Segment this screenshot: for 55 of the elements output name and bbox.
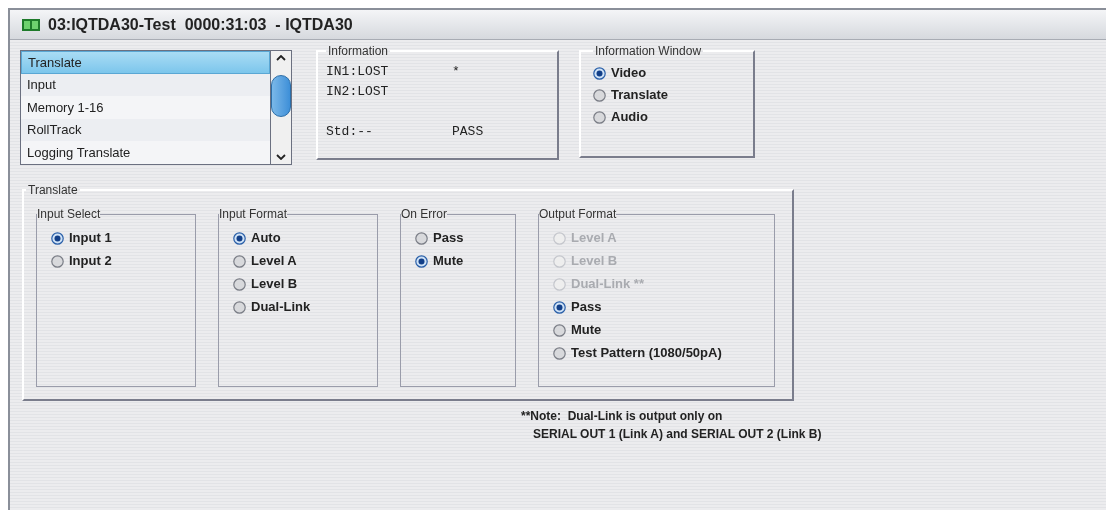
group-title: Translate <box>27 182 79 199</box>
radio-label: Auto <box>251 229 281 248</box>
radio-button[interactable] <box>51 231 64 245</box>
radio-button[interactable] <box>233 231 246 245</box>
status-text: * <box>452 63 460 81</box>
radio-button[interactable] <box>415 231 428 245</box>
status-text: Std:-- <box>326 123 374 141</box>
status-text: PASS <box>452 123 484 141</box>
scroll-up-icon[interactable] <box>276 55 286 61</box>
radio-button[interactable] <box>415 254 428 268</box>
note-text: SERIAL OUT 1 (Link A) and SERIAL OUT 2 (Link B) <box>533 426 823 443</box>
radio-button[interactable] <box>51 254 64 268</box>
radio-button[interactable] <box>593 110 606 124</box>
app-icon <box>22 18 40 31</box>
radio-label: Dual-Link ** <box>571 275 644 294</box>
radio-button[interactable] <box>233 254 246 268</box>
radio-button[interactable] <box>593 88 606 102</box>
status-text: IN1:LOST <box>326 63 390 81</box>
radio-label: Dual-Link <box>251 298 311 317</box>
radio-label: Audio <box>611 108 648 127</box>
list-item[interactable]: Input <box>21 73 270 97</box>
list-item[interactable]: RollTrack <box>21 118 270 142</box>
radio-button[interactable] <box>233 277 246 291</box>
status-text: IN2:LOST <box>326 83 390 101</box>
radio-button[interactable] <box>593 66 606 80</box>
radio-button[interactable] <box>553 323 566 337</box>
group-title: Information <box>327 43 390 60</box>
radio-label: Level A <box>571 229 617 248</box>
radio-label: Level B <box>571 252 618 271</box>
radio-label: Level B <box>251 275 298 294</box>
radio-label: Pass <box>571 298 602 317</box>
scrollbar-thumb[interactable] <box>271 74 291 117</box>
group-title: Output Format <box>539 206 617 223</box>
list-item[interactable]: Logging Translate <box>21 141 270 164</box>
group-title: Information Window <box>594 43 703 60</box>
list-item[interactable]: Translate <box>21 51 270 74</box>
radio-label: Mute <box>433 252 464 271</box>
radio-label: Translate <box>611 86 669 105</box>
group-title: On Error <box>401 206 447 223</box>
radio-label: Test Pattern (1080/50pA) <box>571 344 722 363</box>
scroll-down-icon[interactable] <box>276 154 286 160</box>
radio-button[interactable] <box>553 300 566 314</box>
radio-label: Mute <box>571 321 602 340</box>
group-title: Input Format <box>219 206 288 223</box>
radio-label: Pass <box>433 229 464 248</box>
window-title: 03:IQTDA30-Test 0000:31:03 - IQTDA30 <box>48 14 353 35</box>
radio-label: Input 2 <box>69 252 112 271</box>
radio-label: Input 1 <box>69 229 112 248</box>
radio-label: Level A <box>251 252 297 271</box>
list-item[interactable]: Memory 1-16 <box>21 96 270 119</box>
note-text: **Note: Dual-Link is output only on <box>521 408 724 425</box>
group-title: Input Select <box>37 206 101 223</box>
radio-button[interactable] <box>553 346 566 360</box>
radio-button[interactable] <box>233 300 246 314</box>
radio-label: Video <box>611 64 647 83</box>
